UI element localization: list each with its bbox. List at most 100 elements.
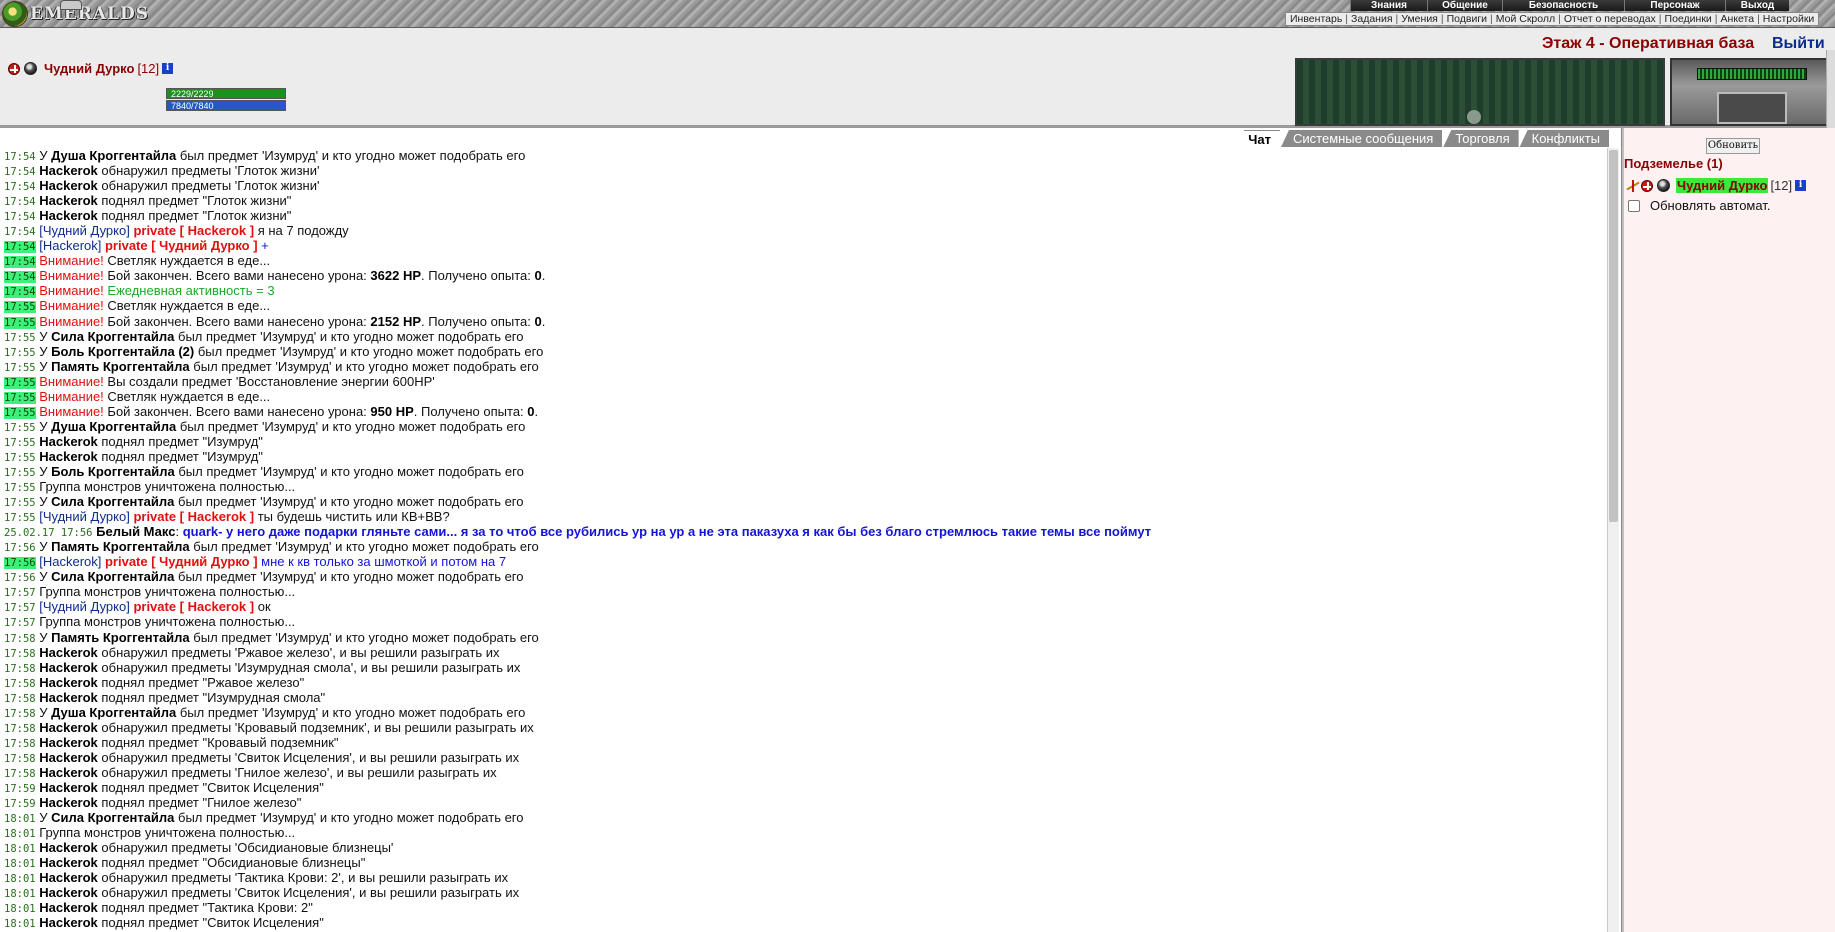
- menu-knowledge[interactable]: Знания: [1350, 0, 1427, 11]
- player-name[interactable]: Hackerok: [39, 735, 98, 750]
- chat-timestamp[interactable]: 17:59: [4, 783, 36, 795]
- chat-timestamp[interactable]: 17:57: [4, 587, 36, 599]
- chat-timestamp[interactable]: 17:56: [4, 557, 36, 570]
- player-name[interactable]: Hackerok: [39, 795, 98, 810]
- chat-timestamp[interactable]: 17:58: [4, 648, 36, 660]
- submenu-profile[interactable]: Анкета: [1721, 13, 1755, 25]
- player-name[interactable]: Hackerok: [39, 163, 98, 178]
- submenu-settings[interactable]: Настройки: [1763, 13, 1815, 25]
- chat-timestamp[interactable]: 17:54: [4, 181, 36, 193]
- chat-timestamp[interactable]: 18:01: [4, 903, 36, 915]
- menu-character[interactable]: Персонаж: [1624, 0, 1725, 11]
- tab-system-messages[interactable]: Системные сообщения: [1281, 130, 1443, 147]
- chat-timestamp[interactable]: 17:57: [4, 602, 36, 614]
- chat-timestamp[interactable]: 18:01: [4, 843, 36, 855]
- auto-refresh-checkbox[interactable]: [1628, 199, 1640, 212]
- chat-timestamp[interactable]: 17:55: [4, 406, 36, 419]
- chat-timestamp[interactable]: 17:55: [4, 362, 36, 374]
- player-name[interactable]: Hackerok: [39, 193, 98, 208]
- tab-trade[interactable]: Торговля: [1443, 130, 1519, 147]
- status-orb-icon[interactable]: [24, 62, 37, 75]
- submenu-inventory[interactable]: Инвентарь: [1290, 13, 1342, 25]
- player-name[interactable]: Память Кроггентайла: [51, 359, 190, 374]
- chat-timestamp[interactable]: 17:55: [4, 422, 36, 434]
- exit-link[interactable]: Выйти: [1772, 35, 1825, 53]
- player-name[interactable]: Hackerok: [39, 870, 98, 885]
- chat-timestamp[interactable]: 17:56: [4, 572, 36, 584]
- sender-name[interactable]: [Чудний Дурко]: [39, 509, 130, 524]
- chat-timestamp[interactable]: 17:55: [4, 332, 36, 344]
- player-name[interactable]: Сила Кроггентайла: [51, 494, 174, 509]
- player-name[interactable]: Hackerok: [39, 840, 98, 855]
- submenu-quests[interactable]: Задания: [1351, 13, 1393, 25]
- player-name[interactable]: Душа Кроггентайла: [51, 148, 176, 163]
- player-name[interactable]: Hackerok: [39, 915, 98, 930]
- sender-name[interactable]: [Hackerok]: [39, 554, 101, 569]
- player-name[interactable]: Hackerok: [39, 900, 98, 915]
- chat-timestamp[interactable]: 17:55: [4, 391, 36, 404]
- sender-name[interactable]: [Чудний Дурко]: [39, 223, 130, 238]
- chat-timestamp[interactable]: 17:55: [4, 301, 36, 314]
- chat-timestamp[interactable]: 17:54: [4, 211, 36, 223]
- menu-security[interactable]: Безопасность: [1502, 0, 1624, 11]
- player-name[interactable]: Hackerok: [39, 178, 98, 193]
- chat-timestamp[interactable]: 17:55: [4, 452, 36, 464]
- player-name[interactable]: Hackerok: [39, 690, 98, 705]
- chat-timestamp[interactable]: 17:58: [4, 768, 36, 780]
- player-name[interactable]: Hackerok: [39, 434, 98, 449]
- player-name[interactable]: Память Кроггентайла: [51, 539, 190, 554]
- battle-cross-icon[interactable]: [1641, 179, 1653, 192]
- chat-timestamp[interactable]: 18:01: [4, 858, 36, 870]
- player-name[interactable]: Душа Кроггентайла: [51, 419, 176, 434]
- chat-timestamp[interactable]: 18:01: [4, 813, 36, 825]
- refresh-button[interactable]: Обновить: [1706, 138, 1760, 154]
- player-name[interactable]: Боль Кроггентайла (2): [51, 344, 194, 359]
- chat-timestamp[interactable]: 17:58: [4, 708, 36, 720]
- menu-communication[interactable]: Общение: [1427, 0, 1502, 11]
- tab-conflicts[interactable]: Конфликты: [1519, 130, 1609, 147]
- chat-timestamp[interactable]: 17:55: [4, 376, 36, 389]
- chat-timestamp[interactable]: 17:56: [4, 542, 36, 554]
- chat-timestamp[interactable]: 17:58: [4, 663, 36, 675]
- chat-timestamp[interactable]: 17:55: [4, 347, 36, 359]
- submenu-duels[interactable]: Поединки: [1665, 13, 1712, 25]
- chat-timestamp[interactable]: 18:01: [4, 873, 36, 885]
- chat-timestamp[interactable]: 17:57: [4, 617, 36, 629]
- player-name[interactable]: Сила Кроггентайла: [51, 329, 174, 344]
- chat-timestamp[interactable]: 17:55: [4, 497, 36, 509]
- player-name[interactable]: Hackerok: [39, 208, 98, 223]
- chat-timestamp[interactable]: 18:01: [4, 918, 36, 930]
- chat-timestamp[interactable]: 17:54: [4, 151, 36, 163]
- player-name[interactable]: Боль Кроггентайла: [51, 464, 175, 479]
- player-name[interactable]: Hackerok: [39, 765, 98, 780]
- chat-timestamp[interactable]: 17:54: [4, 166, 36, 178]
- group-member-name[interactable]: Чудний Дурко: [1676, 178, 1769, 193]
- status-orb-icon[interactable]: [1657, 179, 1670, 192]
- player-name[interactable]: Hackerok: [39, 885, 98, 900]
- chat-timestamp[interactable]: 17:54: [4, 286, 36, 299]
- chat-timestamp[interactable]: 17:58: [4, 693, 36, 705]
- chat-timestamp[interactable]: 17:58: [4, 723, 36, 735]
- info-icon[interactable]: i: [1795, 180, 1807, 191]
- chat-timestamp[interactable]: 18:01: [4, 888, 36, 900]
- chat-timestamp[interactable]: 17:54: [4, 256, 36, 269]
- submenu-my-scroll[interactable]: Мой Скролл: [1496, 13, 1555, 25]
- chat-timestamp[interactable]: 17:59: [4, 798, 36, 810]
- chat-timestamp[interactable]: 17:58: [4, 738, 36, 750]
- chat-timestamp[interactable]: 17:54: [4, 241, 36, 254]
- chat-timestamp[interactable]: 17:54: [4, 271, 36, 284]
- sender-name[interactable]: [Чудний Дурко]: [39, 599, 130, 614]
- tab-chat[interactable]: Чат: [1236, 130, 1280, 147]
- player-name[interactable]: Hackerok: [39, 750, 98, 765]
- chat-timestamp[interactable]: 17:54: [4, 196, 36, 208]
- chat-timestamp[interactable]: 17:55: [4, 482, 36, 494]
- player-name[interactable]: Белый Макс: [96, 524, 175, 539]
- header-scrollbar[interactable]: [1826, 50, 1835, 128]
- player-name[interactable]: Сила Кроггентайла: [51, 569, 174, 584]
- chat-timestamp[interactable]: 17:54: [4, 226, 36, 238]
- character-name[interactable]: Чудний Дурко: [44, 61, 134, 76]
- chat-timestamp[interactable]: 17:55: [4, 467, 36, 479]
- player-name[interactable]: Hackerok: [39, 675, 98, 690]
- chat-scrollbar[interactable]: [1607, 148, 1619, 932]
- player-name[interactable]: Память Кроггентайла: [51, 630, 190, 645]
